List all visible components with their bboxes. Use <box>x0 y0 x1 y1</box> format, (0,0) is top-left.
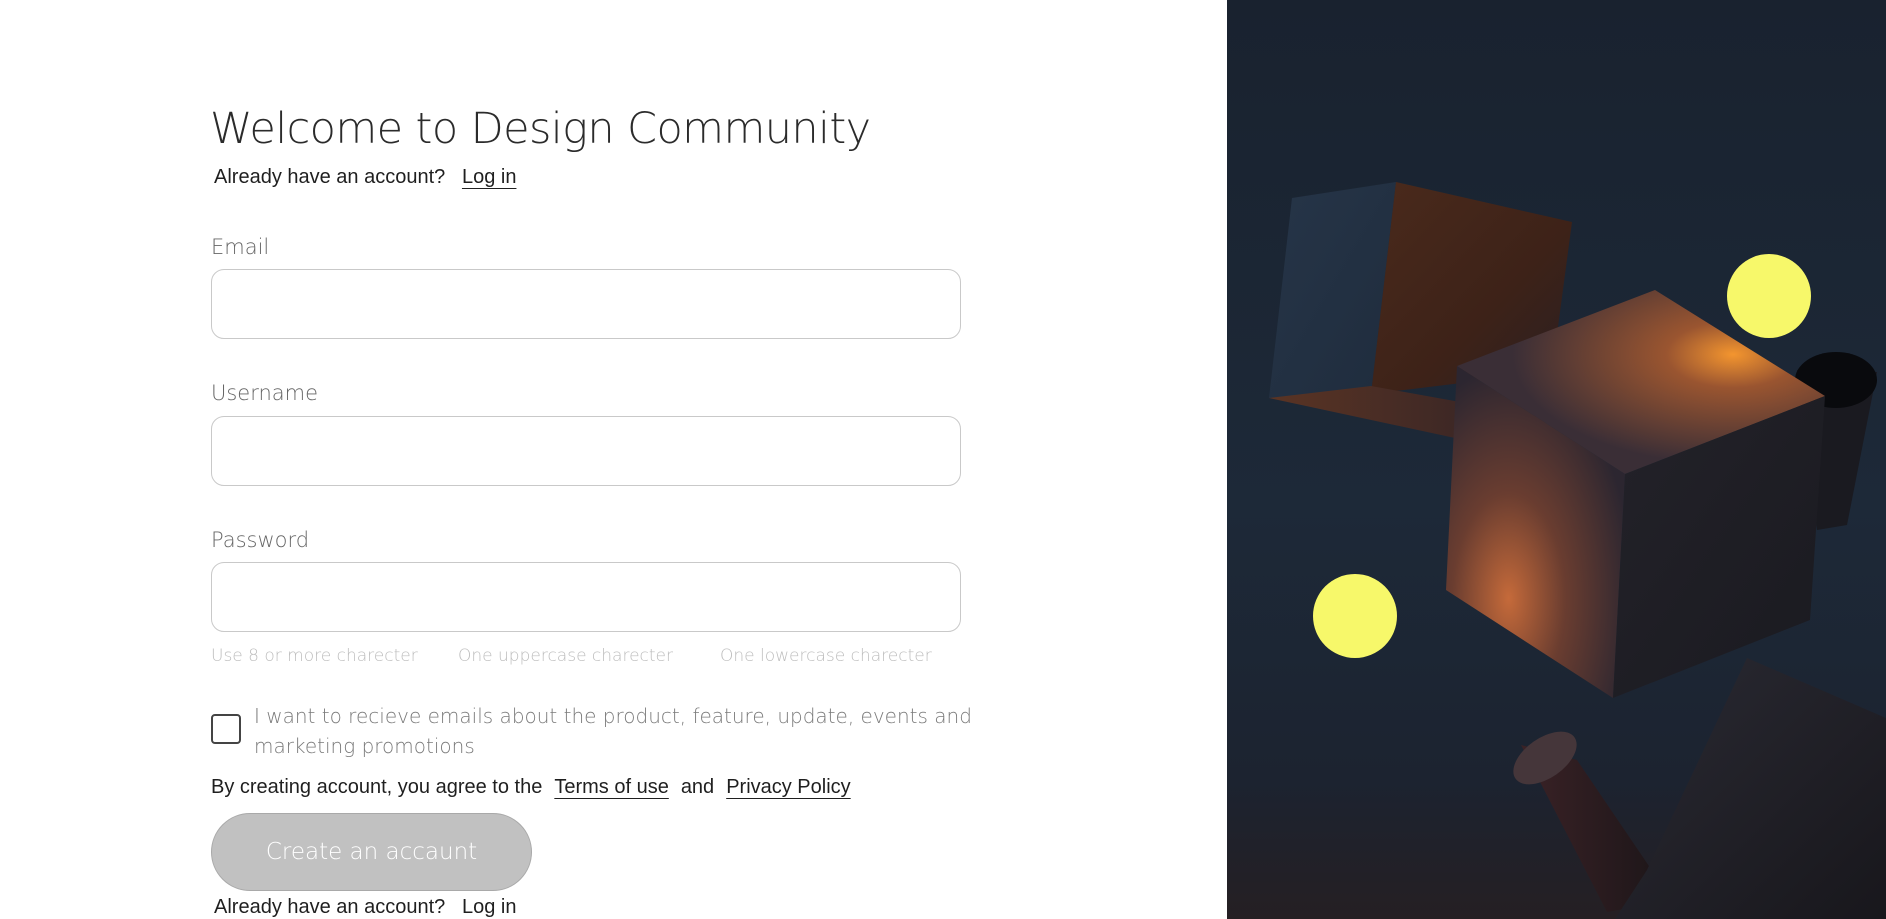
privacy-policy-link[interactable]: Privacy Policy <box>726 776 850 798</box>
bottom-login-prompt-text: Already have an account? <box>214 896 446 918</box>
email-label: Email <box>211 235 270 259</box>
terms-statement: By creating account, you agree to the Ter… <box>211 776 851 799</box>
top-login-link[interactable]: Log in <box>462 166 517 188</box>
hero-illustration <box>1227 0 1886 919</box>
main-cube <box>1446 290 1825 698</box>
email-field[interactable] <box>211 269 961 339</box>
bottom-cube <box>1615 658 1886 919</box>
marketing-opt-in-checkbox[interactable] <box>211 714 241 744</box>
abstract-3d-shapes-illustration <box>1269 182 1886 919</box>
password-field[interactable] <box>211 562 961 632</box>
create-account-button[interactable]: Create an accaunt <box>211 813 532 891</box>
top-login-prompt-text: Already have an account? <box>214 166 446 188</box>
marketing-opt-in-label: I want to recieve emails about the produ… <box>254 704 972 758</box>
top-login-prompt: Already have an account? Log in <box>214 166 516 189</box>
password-hint-length: Use 8 or more charecter <box>211 646 418 666</box>
username-field[interactable] <box>211 416 961 486</box>
password-label: Password <box>211 528 310 552</box>
left-yellow-sphere <box>1313 574 1397 658</box>
bottom-login-link[interactable]: Log in <box>462 896 517 918</box>
password-hint-lowercase: One lowercase charecter <box>720 646 932 666</box>
terms-of-use-link[interactable]: Terms of use <box>554 776 668 798</box>
page-title: Welcome to Design Community <box>210 104 871 154</box>
bottom-login-prompt: Already have an account? Log in <box>214 896 516 919</box>
terms-prefix: By creating account, you agree to the <box>211 776 543 798</box>
top-right-yellow-sphere <box>1727 254 1811 338</box>
signup-form-panel: Welcome to Design Community Already have… <box>0 0 1227 919</box>
password-hint-uppercase: One uppercase charecter <box>458 646 674 666</box>
username-label: Username <box>211 381 319 405</box>
terms-conjunction: and <box>680 776 715 798</box>
